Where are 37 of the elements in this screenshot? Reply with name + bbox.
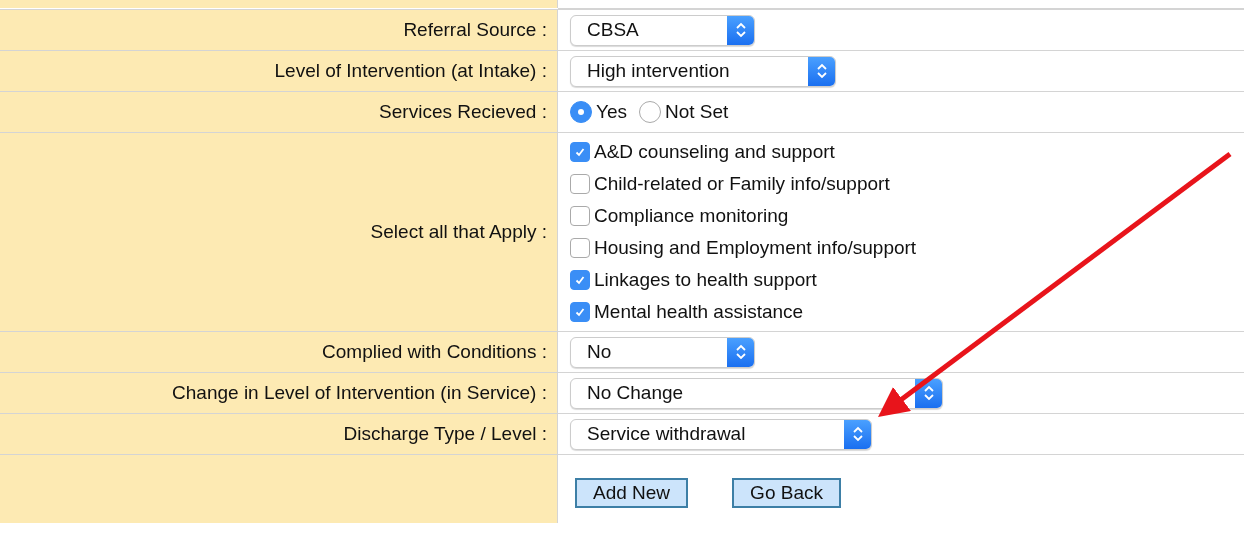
- chevron-icon: [844, 419, 871, 449]
- checkbox[interactable]: [570, 238, 590, 258]
- dropdown[interactable]: No: [570, 336, 755, 368]
- field-label: Discharge Type / Level :: [343, 423, 547, 445]
- checkmark-icon: [574, 306, 586, 318]
- checkbox[interactable]: [570, 302, 590, 322]
- form-button[interactable]: Add New: [575, 478, 689, 508]
- dropdown[interactable]: Service withdrawal: [570, 418, 872, 450]
- radio-label: Yes: [596, 101, 627, 123]
- checkbox-label: Linkages to health support: [594, 269, 817, 291]
- field-label: Complied with Conditions :: [322, 341, 547, 363]
- checkbox[interactable]: [570, 270, 590, 290]
- checkbox-label: Compliance monitoring: [594, 205, 789, 227]
- field-label: Level of Intervention (at Intake) :: [274, 60, 547, 82]
- chevron-icon: [808, 56, 835, 86]
- checkbox-label: Mental health assistance: [594, 301, 804, 323]
- dropdown[interactable]: High intervention: [570, 55, 836, 87]
- dropdown[interactable]: CBSA: [570, 14, 755, 46]
- field-label: Referral Source :: [403, 19, 547, 41]
- checkbox[interactable]: [570, 206, 590, 226]
- checkbox-label: A&D counseling and support: [594, 141, 835, 163]
- checkbox-label: Housing and Employment info/support: [594, 237, 917, 259]
- field-label: Change in Level of Intervention (in Service) :: [172, 382, 547, 404]
- checkbox-label: Child-related or Family info/support: [594, 173, 890, 195]
- checkmark-icon: [574, 146, 586, 158]
- chevron-icon: [727, 337, 754, 367]
- checkbox[interactable]: [570, 174, 590, 194]
- checkbox[interactable]: [570, 142, 590, 162]
- radio-button[interactable]: [570, 101, 592, 123]
- radio-label: Not Set: [665, 101, 729, 123]
- form-button[interactable]: Go Back: [732, 478, 841, 508]
- chevron-icon: [727, 15, 754, 45]
- field-label: Services Recieved :: [379, 101, 547, 123]
- checkmark-icon: [574, 274, 586, 286]
- radio-button[interactable]: [639, 101, 661, 123]
- dropdown[interactable]: No Change: [570, 377, 943, 409]
- field-label: Select all that Apply :: [370, 221, 547, 243]
